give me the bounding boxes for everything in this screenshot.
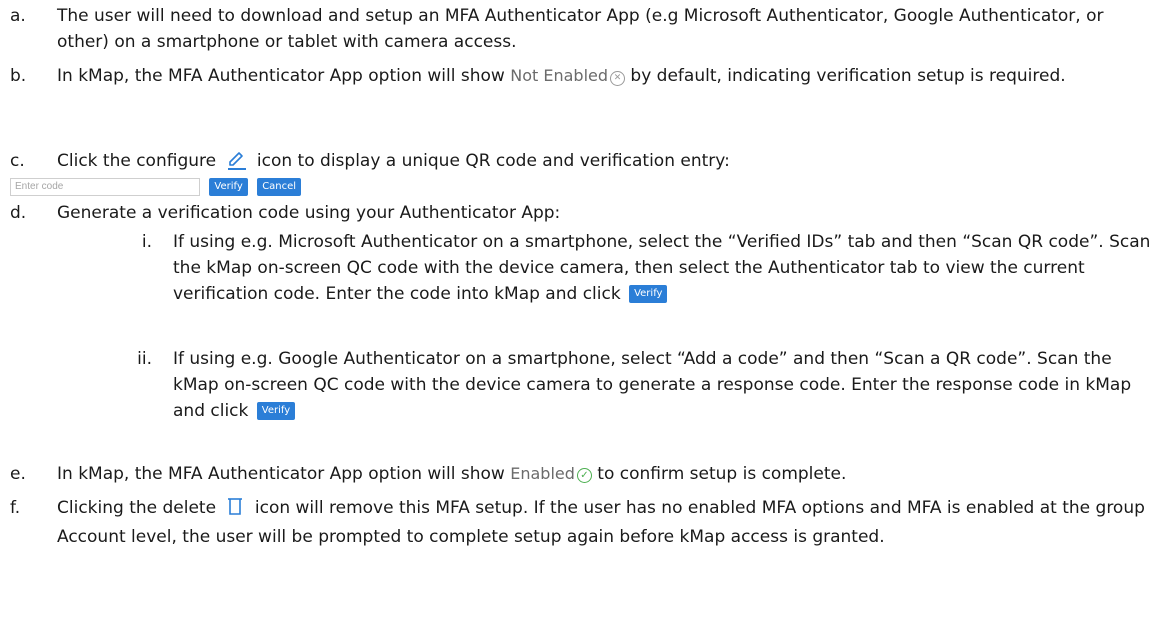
code-input[interactable]: Enter code: [10, 178, 200, 196]
text-segment: In kMap, the MFA Authenticator App optio…: [57, 66, 505, 86]
code-entry-row: Enter code Verify Cancel: [10, 178, 302, 196]
verify-button: Verify: [629, 285, 668, 303]
cancel-button[interactable]: Cancel: [257, 178, 302, 196]
sub-item-ii: ii. If using e.g. Google Authenticator o…: [110, 346, 1154, 424]
list-item-text: Click the configure icon to display a un…: [57, 148, 1154, 178]
text-segment: by default, indicating verification setu…: [630, 66, 1066, 86]
list-marker: f.: [10, 498, 21, 518]
list-item-text: Clicking the delete icon will remove thi…: [57, 495, 1154, 550]
text-segment: icon to display a unique QR code and ver…: [256, 151, 730, 171]
list-marker: c.: [10, 151, 25, 171]
pencil-icon: [226, 148, 248, 178]
list-marker: e.: [10, 464, 26, 484]
text-segment: Clicking the delete: [57, 498, 217, 518]
list-marker: d.: [10, 203, 27, 223]
list-marker: b.: [10, 66, 27, 86]
list-item-text: In kMap, the MFA Authenticator App optio…: [57, 63, 1154, 89]
list-item-a: a. The user will need to download and se…: [10, 3, 1154, 55]
text-segment: If using e.g. Google Authenticator on a …: [173, 349, 1132, 421]
enabled-status: Enabled: [510, 464, 575, 483]
circle-x-icon: ✕: [610, 71, 626, 86]
instructions-document: a. The user will need to download and se…: [0, 0, 1162, 617]
verify-button[interactable]: Verify: [209, 178, 248, 196]
list-item-text: If using e.g. Microsoft Authenticator on…: [173, 229, 1154, 307]
text-segment: Click the configure: [57, 151, 217, 171]
list-item-text: The user will need to download and setup…: [57, 6, 1104, 52]
list-item-f: f. Clicking the delete icon will remove …: [10, 495, 1154, 550]
list-item-e: e. In kMap, the MFA Authenticator App op…: [10, 461, 1154, 487]
list-item-c: c. Click the configure icon to display a…: [10, 148, 1154, 178]
trash-icon: [227, 496, 243, 524]
list-item-d: d. Generate a verification code using yo…: [10, 200, 1154, 226]
text-segment: In kMap, the MFA Authenticator App optio…: [57, 464, 505, 484]
list-item-b: b. In kMap, the MFA Authenticator App op…: [10, 63, 1154, 89]
text-segment: to confirm setup is complete.: [597, 464, 847, 484]
list-item-text: Generate a verification code using your …: [57, 203, 561, 223]
list-item-text: If using e.g. Google Authenticator on a …: [173, 346, 1154, 424]
not-enabled-status: Not Enabled: [510, 66, 609, 85]
list-marker: a.: [10, 6, 26, 26]
text-segment: icon will remove this MFA setup. If the …: [57, 498, 1145, 547]
circle-check-icon: ✓: [576, 468, 592, 483]
list-item-text: In kMap, the MFA Authenticator App optio…: [57, 461, 1154, 487]
list-marker: ii.: [137, 349, 152, 369]
list-marker: i.: [141, 232, 152, 252]
verify-button: Verify: [256, 402, 296, 420]
sub-item-i: i. If using e.g. Microsoft Authenticator…: [110, 229, 1154, 307]
